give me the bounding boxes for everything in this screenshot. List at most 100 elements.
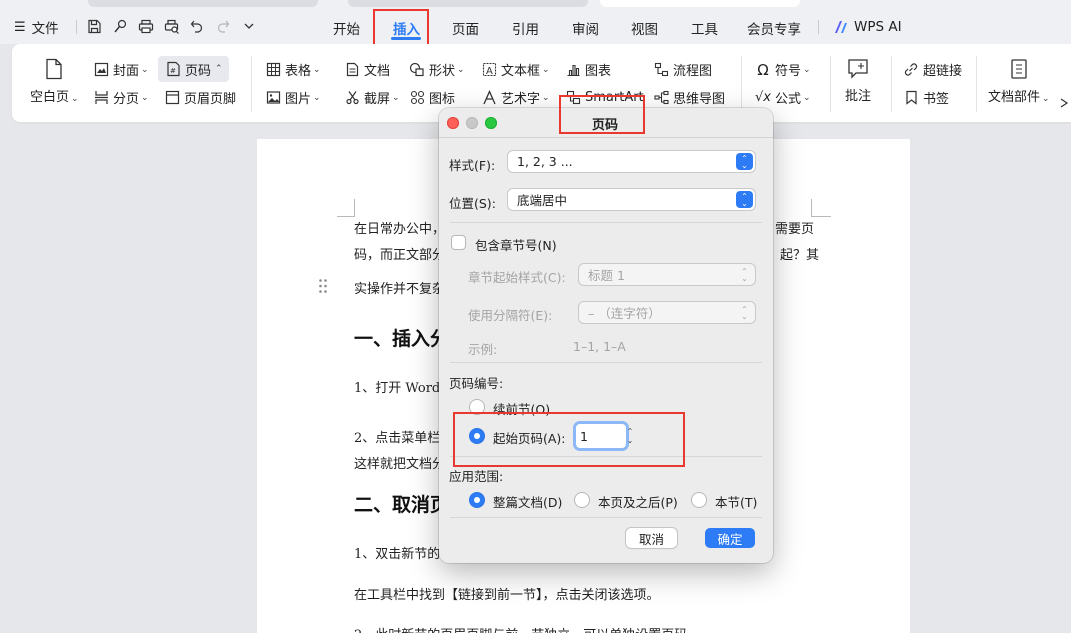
wordart-button[interactable]: 艺术字 ⌄: [480, 88, 550, 107]
divider: [251, 56, 252, 112]
comment-label: 批注: [845, 89, 872, 104]
tab-review[interactable]: 审阅: [572, 18, 599, 38]
window-tab[interactable]: [348, 0, 588, 7]
highlight-box: [453, 412, 685, 467]
window-tab[interactable]: [88, 0, 318, 7]
separator-select[interactable]: – （连字符） ⌃ ⌄: [579, 302, 755, 323]
scope-whole-label: 整篇文档(D): [493, 495, 563, 510]
tab-page[interactable]: 页面: [452, 18, 479, 38]
chapter-style-select[interactable]: 标题 1 ⌃ ⌄: [579, 264, 755, 285]
more-options-icon[interactable]: [1058, 96, 1070, 110]
chart-button[interactable]: 图表: [564, 60, 611, 79]
scope-after-radio[interactable]: [575, 493, 589, 507]
format-painter-icon[interactable]: [111, 17, 129, 35]
hyperlink-label: 超链接: [923, 64, 963, 79]
tab-tools[interactable]: 工具: [691, 18, 718, 38]
mindmap-button[interactable]: 思维导图: [652, 88, 725, 107]
style-select[interactable]: 1, 2, 3 ... ⌃ ⌄: [508, 151, 755, 172]
picture-icon: [264, 89, 282, 107]
scope-whole-radio[interactable]: [470, 493, 484, 507]
save-icon[interactable]: [85, 17, 103, 35]
redo-icon[interactable]: [214, 17, 232, 35]
shape-button[interactable]: 形状 ⌄: [408, 60, 465, 79]
paragraph-text: 需要页: [775, 222, 815, 237]
textbox-button[interactable]: A 文本框 ⌄: [480, 60, 550, 79]
scope-section-radio[interactable]: [692, 493, 706, 507]
separator-label: 使用分隔符(E):: [468, 308, 553, 323]
symbol-button[interactable]: Ω 符号 ⌄: [754, 60, 810, 80]
chevron-down-icon[interactable]: [240, 17, 258, 35]
ok-button[interactable]: 确定: [705, 528, 755, 548]
screenshot-button[interactable]: 截屏 ⌄: [343, 88, 400, 107]
picture-button[interactable]: 图片 ⌄: [264, 88, 321, 107]
formula-button[interactable]: √x 公式 ⌄: [754, 88, 811, 107]
highlight-box: [559, 95, 645, 134]
include-chapter-checkbox[interactable]: [452, 236, 465, 249]
wps-ai-label: WPS AI: [854, 19, 902, 35]
hyperlink-button[interactable]: 超链接: [902, 60, 962, 79]
style-label: 样式(F):: [449, 158, 496, 173]
zoom-window-button[interactable]: [485, 117, 497, 129]
scope-after-label: 本页及之后(P): [598, 495, 678, 510]
wordart-icon: [480, 89, 498, 107]
tab-references[interactable]: 引用: [512, 18, 539, 38]
cover-button[interactable]: 封面 ⌄: [92, 60, 149, 79]
drag-handle-icon[interactable]: [318, 278, 328, 294]
paragraph-text: 实操作并不复杂: [354, 282, 446, 297]
comment-button[interactable]: 批注: [845, 58, 871, 104]
chart-label: 图表: [585, 64, 612, 79]
divider: [818, 20, 819, 34]
divider: [891, 56, 892, 112]
position-label: 位置(S):: [449, 196, 496, 211]
link-icon: [902, 61, 920, 79]
window-tab-active[interactable]: [600, 0, 800, 7]
flowchart-label: 流程图: [673, 64, 713, 79]
shape-label: 形状: [429, 64, 456, 79]
position-select[interactable]: 底端居中 ⌃ ⌄: [508, 189, 755, 210]
wps-ai-icon: [835, 21, 847, 33]
minimize-window-button[interactable]: [466, 117, 478, 129]
bookmark-button[interactable]: 书签: [902, 88, 949, 107]
hamburger-icon: ☰: [14, 19, 26, 35]
chevron-updown-icon: ⌃ ⌄: [736, 153, 753, 170]
cover-icon: [92, 61, 110, 79]
tab-view[interactable]: 视图: [631, 18, 658, 38]
example-label: 示例:: [468, 342, 498, 357]
tab-home[interactable]: 开始: [333, 18, 360, 38]
page-number-label: 页码: [185, 63, 212, 79]
document-button[interactable]: 文档: [343, 60, 390, 79]
icon-label: 图标: [429, 92, 456, 107]
table-icon: [264, 61, 282, 79]
section-heading: 一、插入分: [354, 328, 450, 350]
flowchart-button[interactable]: 流程图: [652, 60, 712, 79]
page-break-button[interactable]: 分页 ⌄: [92, 88, 149, 107]
file-menu[interactable]: ☰ 文件: [14, 17, 59, 38]
wps-ai-button[interactable]: WPS AI: [834, 17, 902, 37]
page-break-icon: [92, 89, 110, 107]
cancel-button[interactable]: 取消: [626, 528, 677, 548]
page-break-label: 分页: [113, 92, 140, 107]
header-footer-icon: [163, 89, 181, 107]
doc-parts-button[interactable]: 文档部件 ⌄: [988, 58, 1050, 105]
symbol-label: 符号: [775, 64, 802, 79]
screenshot-label: 截屏: [364, 92, 391, 107]
table-button[interactable]: 表格 ⌄: [264, 60, 321, 79]
header-footer-button[interactable]: 页眉页脚: [163, 88, 236, 107]
bookmark-icon: [902, 89, 920, 107]
undo-icon[interactable]: [188, 17, 206, 35]
paragraph-text: 码，而正文部分: [354, 248, 446, 263]
icon-button[interactable]: 图标: [408, 88, 455, 107]
divider: [439, 137, 773, 138]
page-number-button[interactable]: # 页码 ⌃: [158, 56, 229, 82]
numbering-label: 页码编号:: [449, 376, 504, 391]
close-window-button[interactable]: [447, 117, 459, 129]
divider: [741, 56, 742, 112]
bookmark-label: 书签: [923, 92, 950, 107]
print-icon[interactable]: [137, 17, 155, 35]
print-preview-icon[interactable]: [163, 17, 181, 35]
paragraph-text: 在工具栏中找到【链接到前一节】，点击关闭该选项。: [354, 588, 660, 603]
tab-member[interactable]: 会员专享: [747, 18, 801, 38]
include-chapter-label: 包含章节号(N): [475, 238, 557, 253]
divider: [76, 20, 77, 34]
blank-page-button[interactable]: 空白页 ⌄: [30, 58, 79, 105]
